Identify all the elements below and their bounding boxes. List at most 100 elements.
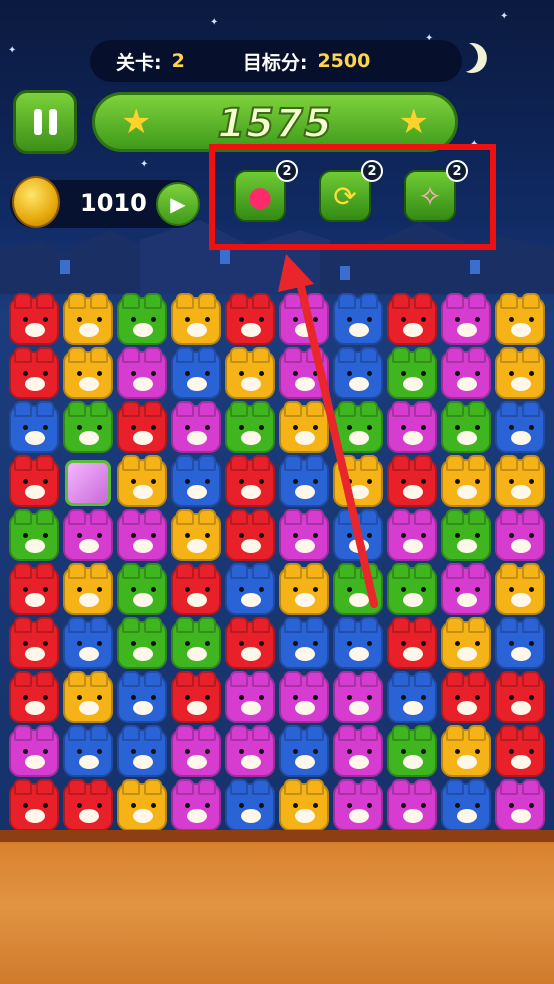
green-bear-tile[interactable]: [115, 617, 169, 672]
blue-bear-tile[interactable]: [61, 617, 115, 672]
purple-bear-tile[interactable]: [277, 671, 331, 726]
green-bear-tile[interactable]: [331, 563, 385, 618]
red-bear-tile[interactable]: [169, 563, 223, 618]
yellow-bear-tile[interactable]: [61, 347, 115, 402]
yellow-bear-tile[interactable]: [277, 401, 331, 456]
green-bear-tile[interactable]: [7, 509, 61, 564]
yellow-bear-tile[interactable]: [277, 563, 331, 618]
red-bear-tile[interactable]: [115, 401, 169, 456]
blue-bear-tile[interactable]: [115, 671, 169, 726]
purple-bear-tile[interactable]: [277, 293, 331, 348]
red-bear-tile[interactable]: [223, 455, 277, 510]
purple-bear-tile[interactable]: [277, 347, 331, 402]
green-bear-tile[interactable]: [385, 347, 439, 402]
blue-bear-tile[interactable]: [115, 725, 169, 780]
green-bear-tile[interactable]: [439, 509, 493, 564]
red-bear-tile[interactable]: [61, 779, 115, 834]
pause-button[interactable]: [13, 90, 77, 154]
blue-bear-tile[interactable]: [493, 401, 547, 456]
green-bear-tile[interactable]: [385, 563, 439, 618]
blue-bear-tile[interactable]: [331, 509, 385, 564]
blue-bear-tile[interactable]: [331, 293, 385, 348]
red-bear-tile[interactable]: [7, 455, 61, 510]
yellow-bear-tile[interactable]: [493, 347, 547, 402]
yellow-bear-tile[interactable]: [493, 293, 547, 348]
red-bear-tile[interactable]: [7, 347, 61, 402]
blue-bear-tile[interactable]: [493, 617, 547, 672]
purple-bear-tile[interactable]: [331, 725, 385, 780]
yellow-bear-tile[interactable]: [439, 617, 493, 672]
purple-bear-tile[interactable]: [493, 509, 547, 564]
blue-bear-tile[interactable]: [385, 671, 439, 726]
purple-bear-tile[interactable]: [7, 725, 61, 780]
yellow-bear-tile[interactable]: [439, 455, 493, 510]
purple-bear-tile[interactable]: [61, 509, 115, 564]
red-bear-tile[interactable]: [7, 563, 61, 618]
yellow-bear-tile[interactable]: [61, 293, 115, 348]
blue-bear-tile[interactable]: [169, 455, 223, 510]
red-bear-tile[interactable]: [493, 725, 547, 780]
purple-bear-tile[interactable]: [331, 779, 385, 834]
green-bear-tile[interactable]: [439, 401, 493, 456]
green-bear-tile[interactable]: [385, 725, 439, 780]
blue-bear-tile[interactable]: [331, 617, 385, 672]
green-bear-tile[interactable]: [223, 401, 277, 456]
yellow-bear-tile[interactable]: [493, 563, 547, 618]
blue-bear-tile[interactable]: [61, 725, 115, 780]
purple-bear-tile[interactable]: [385, 779, 439, 834]
yellow-bear-tile[interactable]: [115, 455, 169, 510]
red-bear-tile[interactable]: [223, 509, 277, 564]
yellow-bear-tile[interactable]: [277, 779, 331, 834]
purple-bear-tile[interactable]: [223, 671, 277, 726]
red-bear-tile[interactable]: [385, 455, 439, 510]
red-bear-tile[interactable]: [493, 671, 547, 726]
yellow-bear-tile[interactable]: [493, 455, 547, 510]
red-bear-tile[interactable]: [223, 617, 277, 672]
purple-bear-tile[interactable]: [169, 401, 223, 456]
blue-bear-tile[interactable]: [331, 347, 385, 402]
red-bear-tile[interactable]: [169, 671, 223, 726]
purple-bear-tile[interactable]: [439, 293, 493, 348]
yellow-bear-tile[interactable]: [115, 779, 169, 834]
purple-bear-tile[interactable]: [439, 347, 493, 402]
yellow-bear-tile[interactable]: [331, 455, 385, 510]
purple-bear-tile[interactable]: [115, 347, 169, 402]
purple-bear-tile[interactable]: [169, 725, 223, 780]
blue-bear-tile[interactable]: [277, 725, 331, 780]
purple-bear-tile[interactable]: [331, 671, 385, 726]
purple-bear-tile[interactable]: [277, 509, 331, 564]
blue-bear-tile[interactable]: [277, 455, 331, 510]
blue-bear-tile[interactable]: [223, 563, 277, 618]
red-bear-tile[interactable]: [7, 671, 61, 726]
yellow-bear-tile[interactable]: [169, 509, 223, 564]
purple-bear-tile[interactable]: [385, 509, 439, 564]
blue-bear-tile[interactable]: [7, 401, 61, 456]
red-bear-tile[interactable]: [7, 779, 61, 834]
yellow-bear-tile[interactable]: [61, 671, 115, 726]
blue-bear-tile[interactable]: [277, 617, 331, 672]
blue-bear-tile[interactable]: [169, 347, 223, 402]
purple-bear-tile[interactable]: [439, 563, 493, 618]
red-bear-tile[interactable]: [223, 293, 277, 348]
yellow-bear-tile[interactable]: [439, 725, 493, 780]
purple-bear-tile[interactable]: [115, 509, 169, 564]
green-bear-tile[interactable]: [115, 563, 169, 618]
watch-video-button[interactable]: ▶: [156, 182, 200, 226]
yellow-bear-tile[interactable]: [223, 347, 277, 402]
gift-box-tile[interactable]: [61, 456, 115, 510]
green-bear-tile[interactable]: [331, 401, 385, 456]
red-bear-tile[interactable]: [7, 617, 61, 672]
red-bear-tile[interactable]: [385, 293, 439, 348]
purple-bear-tile[interactable]: [493, 779, 547, 834]
green-bear-tile[interactable]: [115, 293, 169, 348]
yellow-bear-tile[interactable]: [169, 293, 223, 348]
red-bear-tile[interactable]: [439, 671, 493, 726]
blue-bear-tile[interactable]: [223, 779, 277, 834]
green-bear-tile[interactable]: [61, 401, 115, 456]
red-bear-tile[interactable]: [385, 617, 439, 672]
purple-bear-tile[interactable]: [385, 401, 439, 456]
green-bear-tile[interactable]: [169, 617, 223, 672]
purple-bear-tile[interactable]: [223, 725, 277, 780]
purple-bear-tile[interactable]: [169, 779, 223, 834]
red-bear-tile[interactable]: [7, 293, 61, 348]
